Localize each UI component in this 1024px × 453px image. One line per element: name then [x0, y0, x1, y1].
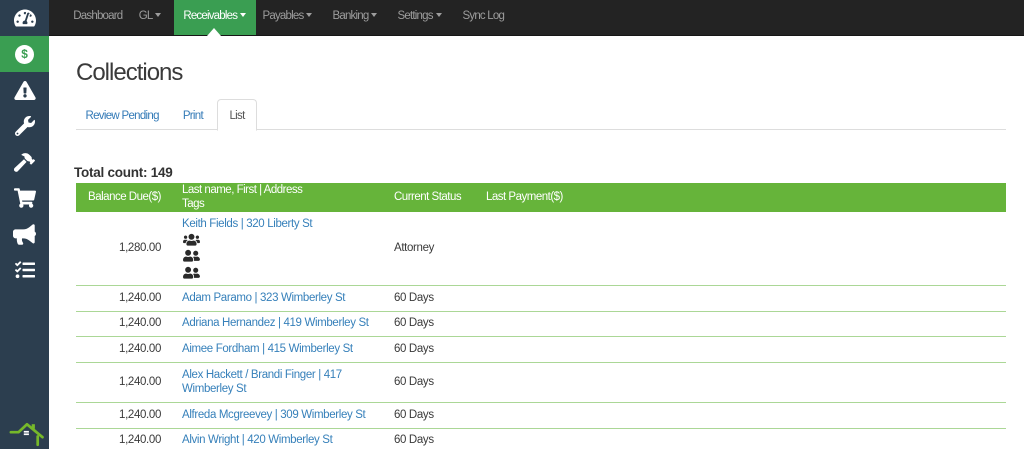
svg-text:$: $ [21, 46, 28, 60]
